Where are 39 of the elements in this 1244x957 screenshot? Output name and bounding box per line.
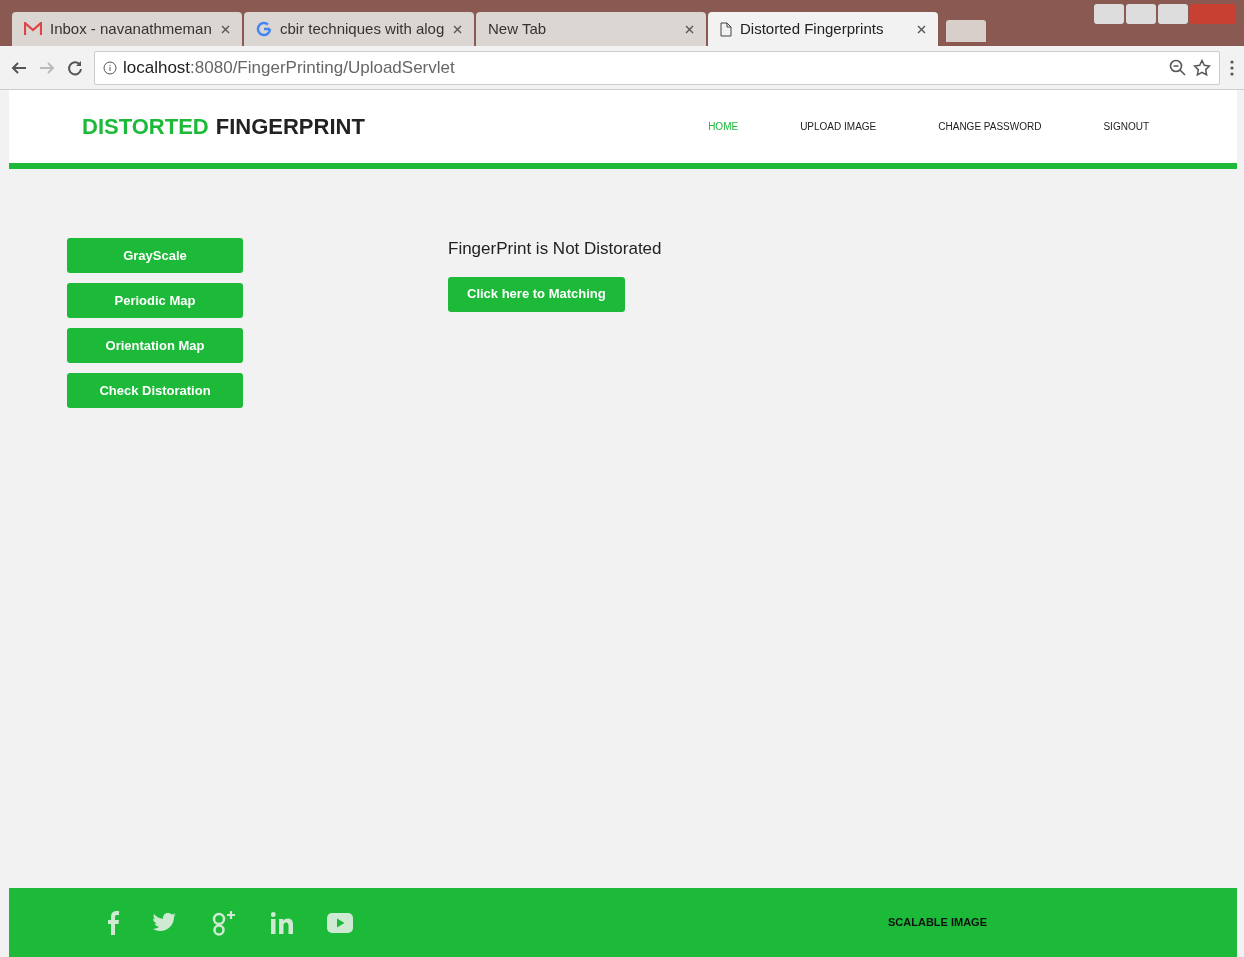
logo-text-accent: DISTORTED: [82, 113, 209, 141]
new-tab-button[interactable]: [946, 20, 986, 42]
close-window-button[interactable]: [1190, 4, 1236, 24]
mail-icon: [24, 22, 42, 36]
browser-tab[interactable]: cbir techniques with alog: [244, 12, 474, 46]
close-icon[interactable]: [917, 24, 926, 34]
close-icon[interactable]: [453, 24, 462, 34]
star-icon[interactable]: [1193, 58, 1211, 77]
logo-text: FINGERPRINT: [215, 113, 365, 141]
user-button[interactable]: [1094, 4, 1124, 24]
menu-icon[interactable]: [1230, 59, 1234, 76]
tab-title: Inbox - navanathmeman: [50, 18, 213, 39]
facebook-icon[interactable]: [107, 910, 119, 935]
status-message: FingerPrint is Not Distorated: [448, 238, 662, 260]
browser-tab[interactable]: Inbox - navanathmeman: [12, 12, 242, 46]
tab-title: cbir techniques with alog: [280, 18, 445, 39]
browser-tab[interactable]: New Tab: [476, 12, 706, 46]
zoom-out-icon[interactable]: [1169, 58, 1187, 77]
footer-credit: SCALABLE IMAGE: [888, 915, 987, 931]
address-bar[interactable]: localhost:8080/FingerPrinting/UploadServlet: [94, 50, 1220, 85]
tab-title: New Tab: [488, 18, 548, 39]
twitter-icon[interactable]: [153, 912, 177, 933]
restore-button[interactable]: [1158, 4, 1188, 24]
google-plus-icon[interactable]: [211, 909, 237, 936]
reload-icon[interactable]: [66, 58, 84, 77]
browser-tab[interactable]: Distorted Fingerprints: [708, 12, 938, 46]
minimize-button[interactable]: [1126, 4, 1156, 24]
nav-link[interactable]: UPLOAD IMAGE: [800, 119, 877, 134]
page-icon: [720, 21, 732, 37]
close-icon[interactable]: [685, 24, 694, 34]
info-icon: [103, 60, 117, 75]
google-icon: [256, 21, 272, 37]
youtube-icon[interactable]: [327, 912, 353, 933]
nav-link[interactable]: CHANGE PASSWORD: [938, 119, 1042, 134]
nav-link[interactable]: SIGNOUT: [1103, 119, 1149, 134]
url-text: localhost:8080/FingerPrinting/UploadServlet: [123, 56, 455, 79]
tab-title: Distorted Fingerprints: [740, 18, 885, 39]
close-icon[interactable]: [221, 24, 230, 34]
linkedin-icon[interactable]: [271, 911, 293, 934]
